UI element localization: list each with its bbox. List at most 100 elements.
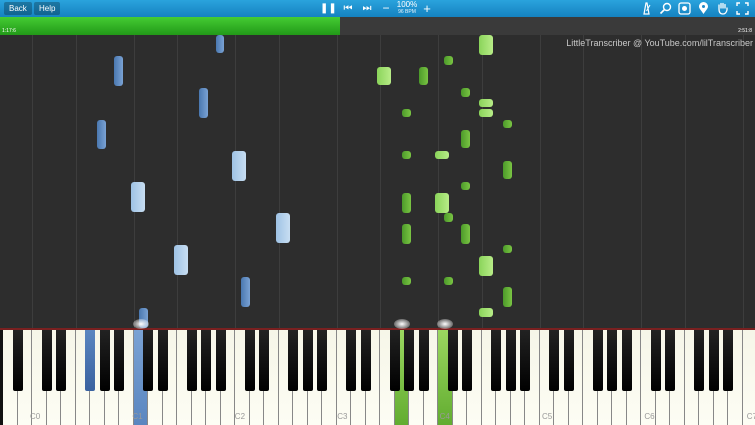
grid-line: [481, 35, 483, 328]
back-button[interactable]: Back: [4, 2, 32, 15]
total-time: 2:51:8: [738, 28, 752, 34]
octave-label: C1: [132, 412, 143, 421]
speed-down-button[interactable]: −: [379, 1, 393, 16]
black-key: [143, 330, 153, 391]
falling-note: [199, 88, 208, 118]
zoom-percent: 100%: [396, 0, 418, 9]
grid-line: [583, 35, 584, 328]
grid-line: [641, 35, 642, 328]
bpm-value: 96 BPM: [398, 9, 416, 15]
falling-note: [444, 213, 453, 222]
fullscreen-icon[interactable]: [736, 2, 749, 15]
falling-note: [503, 161, 512, 179]
rewind-button[interactable]: ⏮: [341, 1, 355, 16]
key-glow: [437, 319, 453, 329]
falling-note: [444, 56, 453, 65]
metronome-icon[interactable]: [640, 2, 653, 15]
falling-note: [402, 193, 411, 213]
grid-line: [539, 35, 541, 328]
black-key: [12, 330, 23, 391]
falling-note: [479, 109, 493, 117]
grid-line: [32, 35, 33, 328]
falling-note: [461, 88, 470, 97]
speed-readout: 100% 96 BPM: [396, 0, 418, 16]
falling-note: [479, 35, 493, 55]
black-key: [447, 330, 458, 391]
octave-label: C3: [337, 412, 348, 421]
grid-line: [742, 35, 744, 328]
octave-label: C0: [30, 412, 41, 421]
black-key: [85, 330, 95, 391]
falling-note: [377, 67, 391, 85]
falling-note: [402, 224, 411, 244]
black-key: [723, 330, 733, 391]
black-key: [56, 330, 66, 391]
black-key: [186, 330, 197, 391]
black-key: [607, 330, 617, 391]
forward-button[interactable]: ⏭: [360, 1, 374, 16]
black-key: [694, 330, 704, 391]
key-glow: [132, 319, 149, 329]
falling-note: [402, 151, 411, 159]
grid-line: [336, 35, 338, 328]
falling-note: [216, 35, 224, 53]
black-key: [592, 330, 603, 391]
black-key: [491, 330, 501, 391]
grid-line: [278, 35, 280, 328]
black-key: [288, 330, 298, 391]
octave-label: C4: [439, 412, 450, 421]
octave-label: C2: [234, 412, 246, 421]
falling-note: [241, 277, 250, 307]
key-glow: [393, 319, 410, 329]
watermark: LittleTranscriber @ YouTube.com/lilTrans…: [566, 38, 753, 48]
falling-note: [276, 213, 290, 243]
hand-icon[interactable]: [716, 2, 729, 15]
black-key: [549, 330, 559, 391]
black-key: [99, 330, 110, 391]
octave-label: C6: [644, 412, 655, 421]
black-key: [621, 330, 632, 391]
black-key: [41, 330, 52, 391]
grid-line: [177, 35, 178, 328]
black-key: [505, 330, 516, 391]
falling-note: [461, 182, 470, 190]
black-key: [215, 330, 226, 391]
falling-note: [232, 151, 246, 181]
toolbar: Back Help ❚❚ ⏮ ⏭ − 100% 96 BPM +: [0, 0, 755, 17]
black-key: [114, 330, 124, 391]
black-key: [389, 330, 400, 391]
falling-note: [461, 130, 470, 148]
location-icon[interactable]: [697, 2, 710, 15]
black-key: [244, 330, 255, 391]
octave-label: C7: [746, 412, 755, 421]
falling-note: [461, 224, 470, 244]
black-key: [259, 330, 269, 391]
grid-line: [438, 35, 439, 328]
falling-note: [479, 99, 493, 107]
help-button[interactable]: Help: [34, 2, 61, 15]
speed-up-button[interactable]: +: [420, 1, 434, 16]
black-key: [346, 330, 356, 391]
settings-icon[interactable]: [678, 2, 691, 15]
grid-line: [684, 35, 686, 328]
grid-line: [75, 35, 77, 328]
falling-note: [503, 120, 512, 128]
search-icon[interactable]: [659, 2, 672, 15]
falling-note: [479, 308, 493, 317]
falling-note: [131, 182, 145, 212]
progress-bar[interactable]: 1:17:6 2:51:8: [0, 17, 755, 35]
falling-note: [402, 109, 411, 117]
black-key: [302, 330, 313, 391]
piano-keyboard: C0 C1 C2 C3 C4 C5 C6 C7: [0, 319, 755, 425]
falling-note: [444, 277, 453, 285]
pause-button[interactable]: ❚❚: [320, 1, 337, 16]
black-key: [157, 330, 168, 391]
falling-note: [114, 56, 123, 86]
falling-note: [503, 245, 512, 253]
piano-roll: LittleTranscriber @ YouTube.com/lilTrans…: [0, 35, 755, 328]
black-key: [563, 330, 574, 391]
falling-note: [97, 120, 106, 149]
falling-note: [174, 245, 188, 275]
black-key: [708, 330, 719, 391]
black-key: [317, 330, 327, 391]
